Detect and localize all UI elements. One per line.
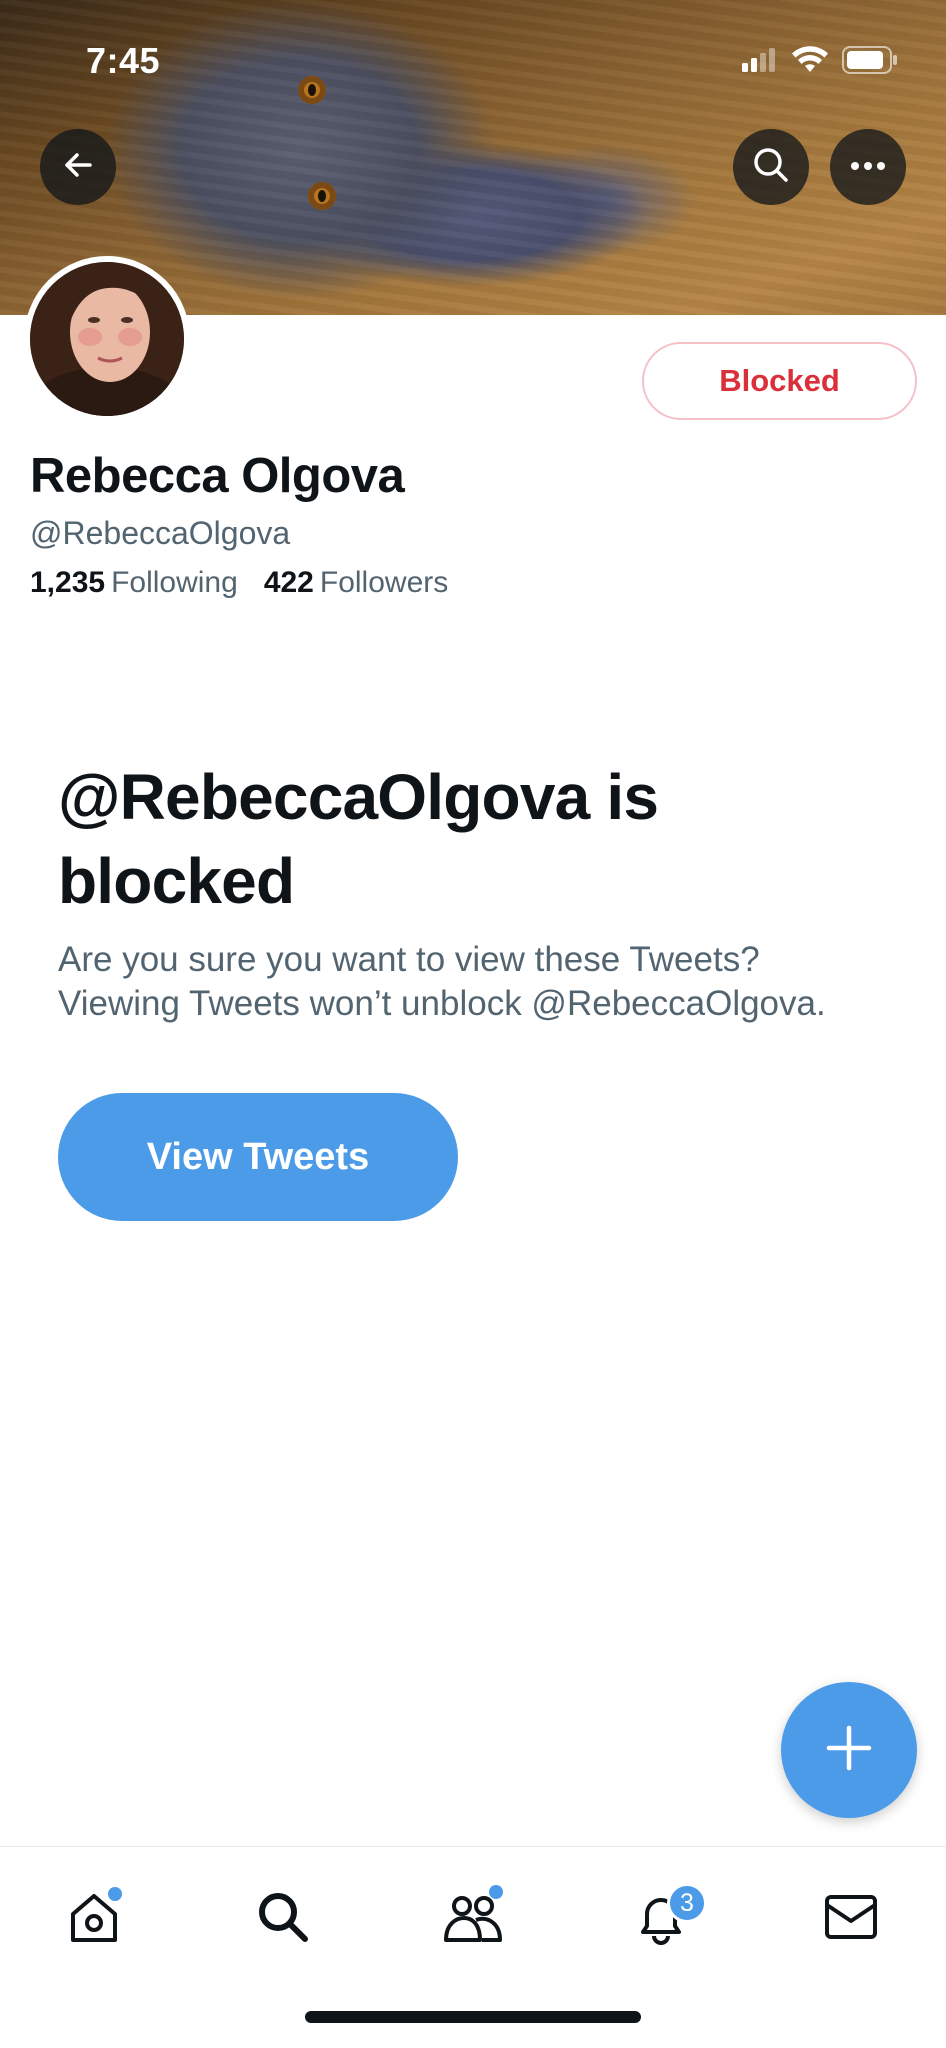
tab-search[interactable] <box>243 1879 323 1959</box>
home-unread-dot <box>108 1887 122 1901</box>
followers-label: Followers <box>319 566 449 599</box>
tab-messages[interactable] <box>811 1879 891 1959</box>
search-icon <box>752 146 790 189</box>
mail-icon <box>823 1893 879 1946</box>
status-bar: 7:45 <box>0 0 946 120</box>
profile-avatar[interactable] <box>24 256 190 422</box>
blocked-notice-line-2: Viewing Tweets won’t unblock @RebeccaOlg… <box>58 984 826 1023</box>
blocked-notice-title: @RebeccaOlgova is blocked <box>58 761 659 917</box>
back-arrow-icon <box>60 147 96 188</box>
avatar-portrait <box>30 262 184 416</box>
banner-cat-eye-right <box>308 182 336 210</box>
follow-counts: 1,235 Following 422 Followers <box>30 566 448 600</box>
compose-tweet-button[interactable] <box>781 1682 917 1818</box>
cellular-signal-icon <box>742 48 778 77</box>
blocked-button[interactable]: Blocked <box>642 342 917 420</box>
tab-notifications[interactable]: 3 <box>621 1879 707 1959</box>
status-time: 7:45 <box>86 40 161 81</box>
back-button[interactable] <box>40 129 116 205</box>
status-icons <box>742 46 898 79</box>
blocked-notice-line-1: Are you sure you want to view these Twee… <box>58 940 760 979</box>
profile-handle: @RebeccaOlgova <box>30 515 291 551</box>
followers-count: 422 <box>263 566 314 599</box>
search-icon <box>255 1889 311 1950</box>
following-link[interactable]: 1,235 Following <box>30 566 238 600</box>
plus-icon <box>825 1724 873 1777</box>
blocked-notice-description: Are you sure you want to view these Twee… <box>58 938 918 1026</box>
communities-unread-dot <box>489 1885 503 1899</box>
battery-icon <box>842 46 898 79</box>
followers-link[interactable]: 422 Followers <box>264 566 448 600</box>
profile-search-button[interactable] <box>733 129 809 205</box>
more-options-button[interactable] <box>830 129 906 205</box>
following-label: Following <box>111 566 238 599</box>
tab-communities[interactable] <box>433 1879 513 1959</box>
tab-home[interactable] <box>54 1879 134 1959</box>
profile-screen: 7:45 Blocked Rebecca Olgova @RebeccaOlgo… <box>0 0 946 2048</box>
profile-name: Rebecca Olgova <box>30 449 405 503</box>
more-dots-icon <box>850 158 886 176</box>
wifi-icon <box>792 46 828 79</box>
notifications-badge: 3 <box>667 1883 707 1923</box>
home-indicator[interactable] <box>305 2011 641 2023</box>
following-count: 1,235 <box>30 566 106 599</box>
view-tweets-button[interactable]: View Tweets <box>58 1093 458 1221</box>
